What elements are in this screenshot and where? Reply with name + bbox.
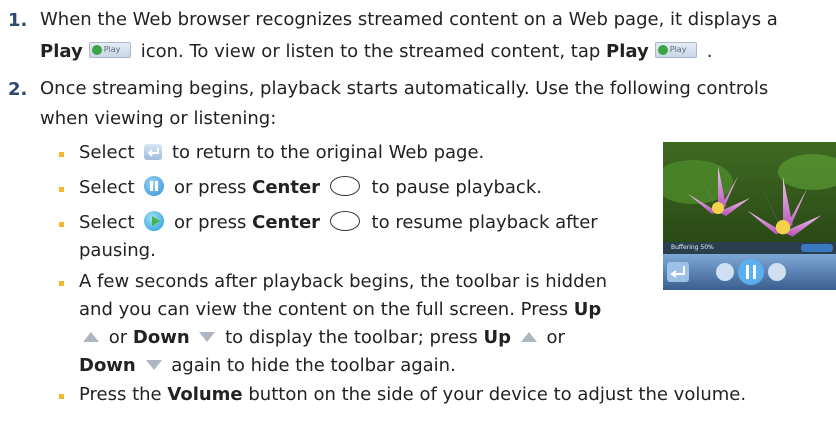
play-icon: Play	[88, 42, 131, 58]
bullet-marker	[59, 152, 64, 157]
bullet-toolbar-line-4: Down again to hide the toolbar again.	[79, 355, 456, 376]
step-2-line-1: Once streaming begins, playback starts a…	[40, 78, 769, 99]
bullet-toolbar-line-2: and you can view the content on the full…	[79, 299, 602, 320]
bullet-marker	[59, 187, 64, 192]
step-number-1: 1.	[8, 10, 28, 31]
video-playback-screenshot: Buffering 50%	[663, 142, 836, 290]
bullet-toolbar-line-3: or Down to display the toolbar; press Up…	[79, 326, 565, 350]
play-icon: Play	[654, 42, 697, 58]
center-button-icon	[329, 176, 360, 196]
step-number-2: 2.	[8, 79, 28, 100]
play-round-icon	[144, 211, 165, 231]
bullet-marker	[59, 281, 64, 286]
bullet-resume: Select or press Center to resume playbac…	[79, 211, 598, 233]
step-2-line-2: when viewing or listening:	[40, 108, 277, 129]
bullet-resume-line-2: pausing.	[79, 240, 156, 261]
bullet-pause: Select or press Center to pause playback…	[79, 176, 542, 198]
bullet-marker	[59, 222, 64, 227]
down-arrow-icon	[199, 332, 216, 342]
bullet-volume: Press the Volume button on the side of y…	[79, 384, 747, 405]
up-arrow-icon	[83, 332, 99, 342]
document-page: 1. When the Web browser recognizes strea…	[0, 0, 836, 435]
bullet-back: Select to return to the original Web pag…	[79, 142, 485, 163]
up-arrow-icon	[520, 332, 537, 342]
step-1-line-2: Play Play icon. To view or listen to the s…	[40, 41, 713, 62]
pause-icon	[144, 176, 165, 196]
down-arrow-icon	[145, 360, 162, 370]
buffering-status-text: Buffering 50%	[671, 244, 714, 251]
bullet-toolbar-line-1: A few seconds after playback begins, the…	[79, 271, 608, 292]
bullet-marker	[59, 394, 64, 399]
center-button-icon	[329, 211, 360, 231]
back-icon	[144, 144, 163, 160]
step-1-line-1: When the Web browser recognizes streamed…	[40, 9, 778, 30]
